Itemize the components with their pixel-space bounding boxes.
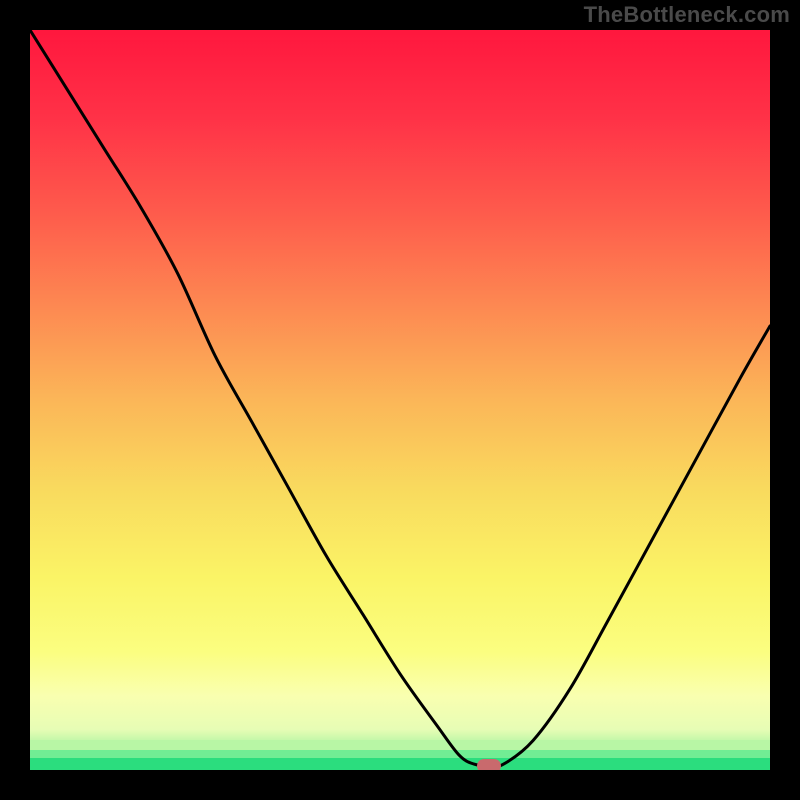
bottleneck-curve (30, 30, 770, 770)
optimal-point-marker (477, 759, 501, 770)
plot-area (30, 30, 770, 770)
watermark-text: TheBottleneck.com (584, 2, 790, 28)
chart-frame: TheBottleneck.com (0, 0, 800, 800)
